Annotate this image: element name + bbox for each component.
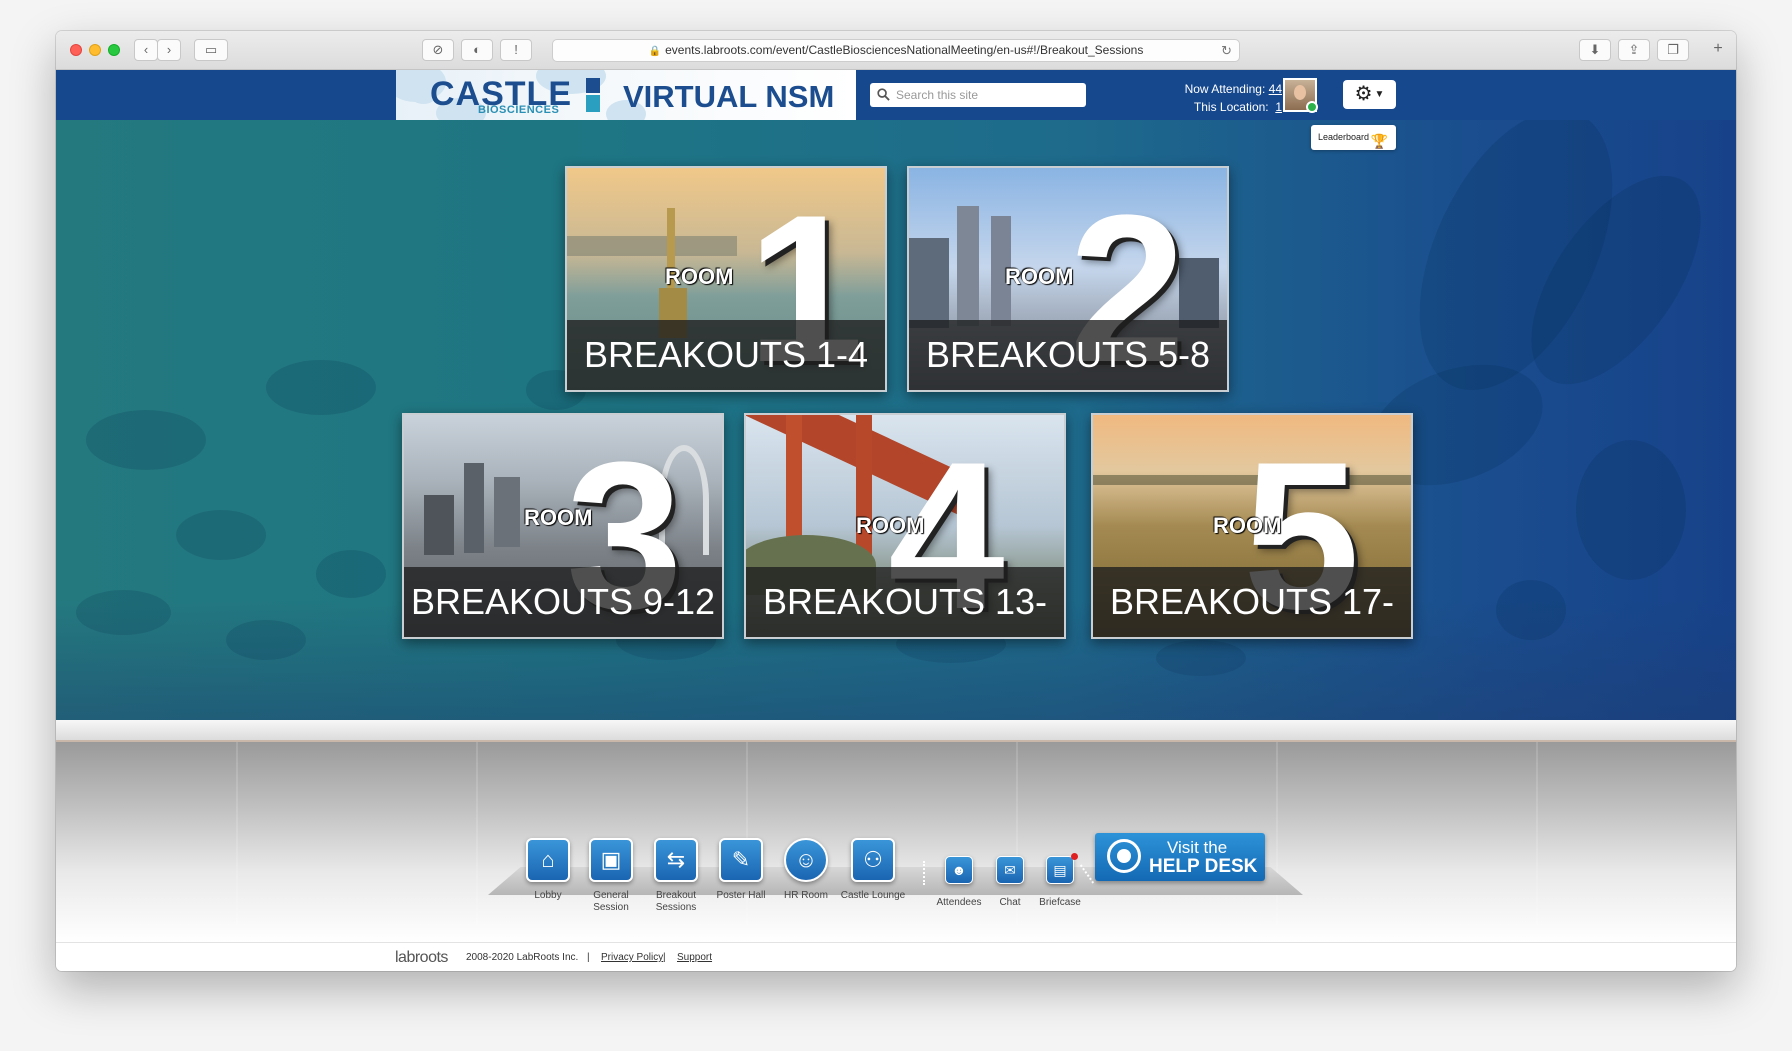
search-placeholder: Search this site xyxy=(896,88,979,102)
notification-dot xyxy=(1071,853,1078,860)
room-label: ROOM xyxy=(1213,513,1282,538)
avatar[interactable] xyxy=(1283,78,1318,113)
breakout-icon: ⇆ xyxy=(654,838,698,882)
lock-icon: 🔒 xyxy=(648,46,662,57)
tabs-icon[interactable]: ❐ xyxy=(1657,39,1689,61)
nav-hr-room[interactable]: ☺ HR Room xyxy=(776,838,836,902)
stage-rail xyxy=(56,720,1736,742)
nav-label: General Session xyxy=(593,890,629,913)
room-label: ROOM xyxy=(1005,264,1074,289)
chat-icon: ✉ xyxy=(996,856,1024,884)
copyright-text: 2008-2020 LabRoots Inc. xyxy=(466,952,579,963)
help-desk-line1: Visit the xyxy=(1167,838,1228,857)
alert-icon[interactable]: ! xyxy=(500,39,532,61)
nav-breakout-sessions[interactable]: ⇆ Breakout Sessions xyxy=(651,838,701,914)
room-1-title: BREAKOUTS 1-4 xyxy=(567,320,885,390)
attendance-info: Now Attending: 44 This Location: 1 xyxy=(1156,80,1282,116)
new-tab-icon[interactable]: + xyxy=(1706,39,1730,61)
footer-separator: | xyxy=(663,952,666,963)
search-icon xyxy=(877,88,890,101)
nav-general-session[interactable]: ▣ General Session xyxy=(586,838,636,914)
minimize-window-button[interactable] xyxy=(89,44,101,56)
nav-label: HR Room xyxy=(784,890,828,901)
nav-label: Briefcase xyxy=(1039,897,1081,908)
help-desk-button[interactable]: Visit the HELP DESK xyxy=(1095,833,1265,881)
site-footer: labroots 2008-2020 LabRoots Inc. | Priva… xyxy=(56,942,1736,971)
room-label: ROOM xyxy=(665,264,734,289)
sidebar-toggle-icon[interactable]: ▭ xyxy=(194,39,228,61)
nav-divider xyxy=(923,861,925,885)
download-icon[interactable]: ⬇ xyxy=(1579,39,1611,61)
castle-virtual-nsm-logo[interactable]: CASTLE BIOSCIENCES VIRTUAL NSM xyxy=(396,70,856,120)
presentation-icon: ▣ xyxy=(589,838,633,882)
now-attending-count[interactable]: 44 xyxy=(1269,82,1282,96)
this-location-count[interactable]: 1 xyxy=(1275,100,1282,114)
site-header: CASTLE BIOSCIENCES VIRTUAL NSM Search th… xyxy=(56,70,1736,120)
briefcase-icon: ▤ xyxy=(1046,856,1074,884)
attendees-icon: ☻ xyxy=(945,856,973,884)
home-icon: ⌂ xyxy=(526,838,570,882)
nav-poster-hall[interactable]: ✎ Poster Hall xyxy=(711,838,771,902)
room-4-title: BREAKOUTS 13-16 xyxy=(746,567,1064,637)
privacy-policy-link[interactable]: Privacy Policy xyxy=(601,952,663,963)
room-3-title: BREAKOUTS 9-12 xyxy=(404,567,722,637)
nav-castle-lounge[interactable]: ⚇ Castle Lounge xyxy=(833,838,913,902)
nav-label: Castle Lounge xyxy=(840,890,906,901)
labroots-logo[interactable]: labroots xyxy=(395,949,448,967)
logo-mark-icon xyxy=(586,78,600,112)
browser-titlebar: ‹ › ▭ ⊘ ◐ ! 🔒 events.labroots.com/event/C… xyxy=(56,31,1736,70)
close-window-button[interactable] xyxy=(70,44,82,56)
footer-separator: | xyxy=(587,952,590,963)
forward-button[interactable]: › xyxy=(157,39,181,61)
room-2-title: BREAKOUTS 5-8 xyxy=(909,320,1227,390)
room-5-card[interactable]: 5 ROOM BREAKOUTS 17-19 xyxy=(1091,413,1413,639)
room-5-title: BREAKOUTS 17-19 xyxy=(1093,567,1411,637)
support-agent-icon xyxy=(1107,839,1141,873)
support-link[interactable]: Support xyxy=(677,952,712,963)
room-4-card[interactable]: 4 ROOM BREAKOUTS 13-16 xyxy=(744,413,1066,639)
breakout-stage: Leaderboard 🏆 1 ROOM BREAKOUTS 1-4 2 ROO… xyxy=(56,120,1736,720)
privacy-icon[interactable]: ◐ xyxy=(461,39,493,61)
search-input[interactable]: Search this site xyxy=(870,83,1086,107)
online-status-icon xyxy=(1306,101,1318,113)
room-label: ROOM xyxy=(856,513,925,538)
room-3-card[interactable]: 3 ROOM BREAKOUTS 9-12 xyxy=(402,413,724,639)
now-attending-label: Now Attending: xyxy=(1184,82,1266,96)
leaderboard-button[interactable]: Leaderboard 🏆 xyxy=(1311,125,1396,150)
nav-lobby[interactable]: ⌂ Lobby xyxy=(523,838,573,902)
room-2-card[interactable]: 2 ROOM BREAKOUTS 5-8 xyxy=(907,166,1229,392)
share-icon[interactable]: ⇪ xyxy=(1618,39,1650,61)
reload-icon[interactable]: ↻ xyxy=(1221,40,1232,61)
poster-icon: ✎ xyxy=(719,838,763,882)
address-bar[interactable]: 🔒 events.labroots.com/event/CastleBioscie… xyxy=(552,39,1240,62)
group-icon: ☺ xyxy=(784,838,828,882)
chevron-down-icon: ▼ xyxy=(1374,89,1385,101)
lounge-icon: ⚇ xyxy=(851,838,895,882)
nav-label: Breakout Sessions xyxy=(655,890,697,913)
nav-label: Poster Hall xyxy=(716,890,766,901)
gear-icon: ⚙ xyxy=(1354,83,1373,105)
back-button[interactable]: ‹ xyxy=(134,39,158,61)
logo-event-text: VIRTUAL NSM xyxy=(623,79,835,114)
logo-biosciences-text: BIOSCIENCES xyxy=(478,104,560,116)
leaderboard-label: Leaderboard xyxy=(1318,132,1370,142)
room-1-card[interactable]: 1 ROOM BREAKOUTS 1-4 xyxy=(565,166,887,392)
browser-window: ‹ › ▭ ⊘ ◐ ! 🔒 events.labroots.com/event/C… xyxy=(56,31,1736,971)
url-text: events.labroots.com/event/CastleBioscien… xyxy=(665,43,1144,57)
help-desk-line2: HELP DESK xyxy=(1149,856,1258,877)
settings-button[interactable]: ⚙ ▼ xyxy=(1343,80,1396,109)
extension-icon[interactable]: ⊘ xyxy=(422,39,454,61)
room-label: ROOM xyxy=(524,505,593,530)
nav-label: Lobby xyxy=(534,890,562,901)
this-location-label: This Location: xyxy=(1193,100,1269,114)
trophy-icon: 🏆 xyxy=(1370,133,1388,149)
zoom-window-button[interactable] xyxy=(108,44,120,56)
